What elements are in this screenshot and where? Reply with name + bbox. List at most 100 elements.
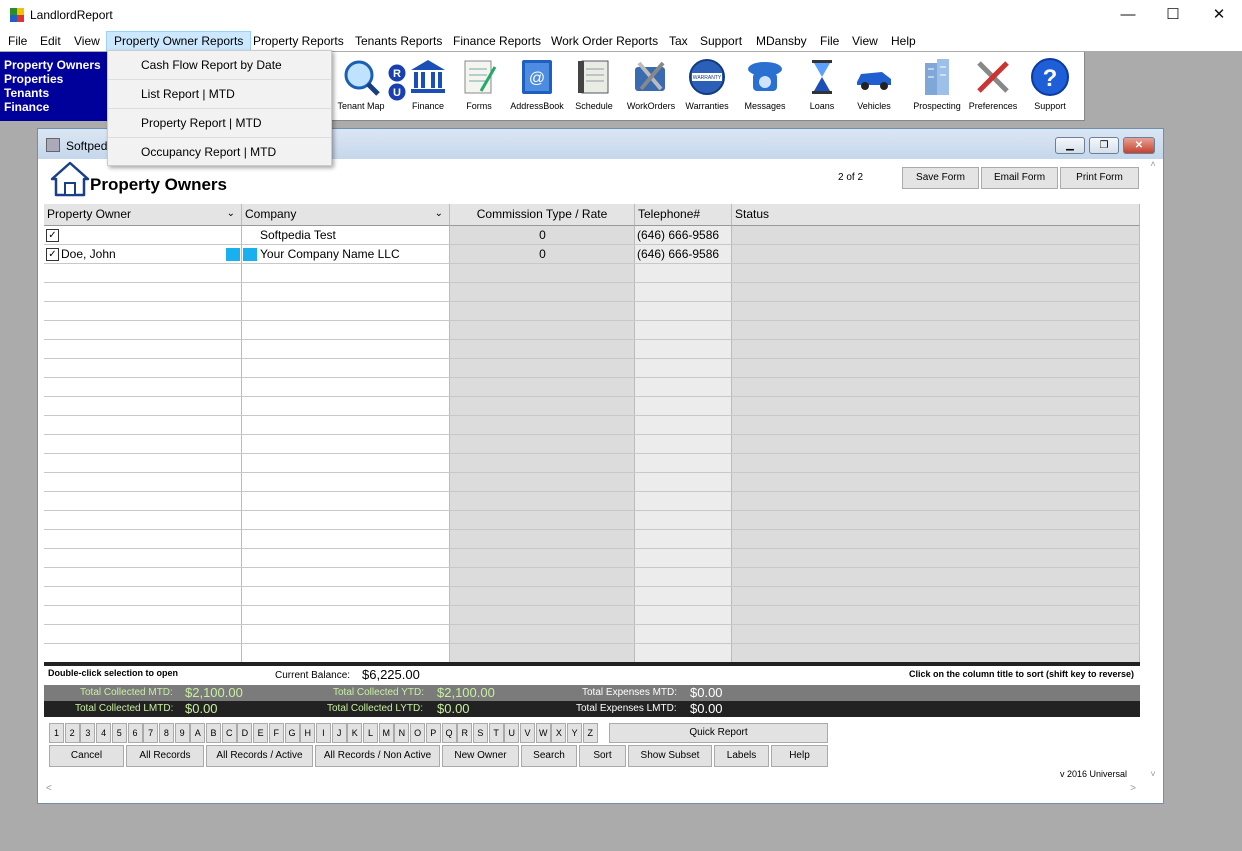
row-checkbox[interactable]: ✓ <box>46 229 59 242</box>
alpha-button-g[interactable]: G <box>284 723 300 743</box>
alpha-button-i[interactable]: I <box>315 723 331 743</box>
nav-tenants[interactable]: Tenants <box>0 86 110 100</box>
alpha-button-f[interactable]: F <box>268 723 284 743</box>
menu-item-occupancy-report[interactable]: Occupancy Report | MTD <box>108 138 331 167</box>
toolbar-loans[interactable]: Loans <box>792 57 852 111</box>
search-button[interactable]: Search <box>521 745 577 767</box>
alpha-button-3[interactable]: 3 <box>80 723 96 743</box>
menu-view[interactable]: View <box>67 31 107 51</box>
alpha-button-9[interactable]: 9 <box>174 723 190 743</box>
menu-support[interactable]: Support <box>693 31 749 51</box>
print-form-button[interactable]: Print Form <box>1060 167 1139 189</box>
column-header-telephone[interactable]: Telephone# <box>635 204 732 226</box>
toolbar-prospecting[interactable]: Prospecting <box>907 57 967 111</box>
table-row[interactable]: ✓ Softpedia Test 0 (646) 666-9586 <box>44 226 1140 245</box>
alpha-button-e[interactable]: E <box>253 723 269 743</box>
minimize-button[interactable]: — <box>1105 0 1151 31</box>
toolbar-forms[interactable]: Forms <box>449 57 509 111</box>
alpha-button-v[interactable]: V <box>520 723 535 743</box>
alpha-button-8[interactable]: 8 <box>158 723 174 743</box>
email-form-button[interactable]: Email Form <box>981 167 1058 189</box>
new-owner-button[interactable]: New Owner <box>442 745 519 767</box>
toolbar-vehicles[interactable]: Vehicles <box>844 57 904 111</box>
alpha-button-n[interactable]: N <box>394 723 410 743</box>
menu-item-property-report[interactable]: Property Report | MTD <box>108 109 331 138</box>
alpha-button-j[interactable]: J <box>331 723 347 743</box>
alpha-button-y[interactable]: Y <box>567 723 583 743</box>
menu-work-order-reports[interactable]: Work Order Reports <box>544 31 665 51</box>
column-header-commission[interactable]: Commission Type / Rate <box>450 204 635 226</box>
alpha-button-w[interactable]: W <box>535 723 551 743</box>
toolbar-tenant-map[interactable]: Tenant Map <box>331 57 391 111</box>
help-button[interactable]: Help <box>771 745 828 767</box>
menu-item-cash-flow-report[interactable]: Cash Flow Report by Date <box>108 51 331 80</box>
alpha-button-q[interactable]: Q <box>441 723 457 743</box>
menu-help[interactable]: Help <box>884 31 923 51</box>
alpha-button-r[interactable]: R <box>457 723 473 743</box>
alpha-button-5[interactable]: 5 <box>111 723 127 743</box>
sort-button[interactable]: Sort <box>579 745 626 767</box>
menu-property-owner-reports[interactable]: Property Owner Reports <box>106 31 252 51</box>
show-subset-button[interactable]: Show Subset <box>628 745 712 767</box>
alpha-button-7[interactable]: 7 <box>143 723 159 743</box>
alpha-button-o[interactable]: O <box>410 723 426 743</box>
quick-report-button[interactable]: Quick Report <box>609 723 828 743</box>
toolbar-messages[interactable]: Messages <box>735 57 795 111</box>
row-checkbox[interactable]: ✓ <box>46 248 59 261</box>
menu-property-reports[interactable]: Property Reports <box>246 31 351 51</box>
nav-finance[interactable]: Finance <box>0 100 110 114</box>
alpha-button-2[interactable]: 2 <box>64 723 80 743</box>
alpha-button-a[interactable]: A <box>190 723 206 743</box>
close-button[interactable]: ✕ <box>1196 0 1242 31</box>
toolbar-warranties[interactable]: WARRANTY Warranties <box>677 57 737 111</box>
vertical-scrollbar[interactable]: ˄ ˅ <box>1144 159 1162 779</box>
menu-finance-reports[interactable]: Finance Reports <box>446 31 548 51</box>
child-close-button[interactable]: ✕ <box>1123 137 1155 154</box>
alpha-button-x[interactable]: X <box>551 723 567 743</box>
all-records-non-active-button[interactable]: All Records / Non Active <box>315 745 440 767</box>
all-records-active-button[interactable]: All Records / Active <box>206 745 313 767</box>
menu-tenants-reports[interactable]: Tenants Reports <box>348 31 449 51</box>
alpha-button-h[interactable]: H <box>300 723 316 743</box>
alpha-button-m[interactable]: M <box>378 723 394 743</box>
save-form-button[interactable]: Save Form <box>902 167 979 189</box>
alpha-button-b[interactable]: B <box>206 723 221 743</box>
menu-file[interactable]: File <box>1 31 34 51</box>
child-restore-button[interactable]: ❐ <box>1089 137 1119 154</box>
all-records-button[interactable]: All Records <box>126 745 204 767</box>
alpha-button-4[interactable]: 4 <box>96 723 112 743</box>
alpha-button-s[interactable]: S <box>472 723 488 743</box>
maximize-button[interactable]: ☐ <box>1150 0 1196 31</box>
column-header-status[interactable]: Status <box>732 204 1140 226</box>
toolbar-schedule[interactable]: Schedule <box>564 57 624 111</box>
alpha-button-z[interactable]: Z <box>582 723 598 743</box>
child-minimize-button[interactable]: ▁ <box>1055 137 1085 154</box>
cancel-button[interactable]: Cancel <box>49 745 124 767</box>
toolbar-workorders[interactable]: WorkOrders <box>621 57 681 111</box>
labels-button[interactable]: Labels <box>714 745 769 767</box>
column-header-owner[interactable]: Property Owner ⌄ <box>44 204 242 226</box>
alpha-button-t[interactable]: T <box>488 723 504 743</box>
horizontal-scrollbar[interactable]: < > <box>44 781 1144 799</box>
menu-tax[interactable]: Tax <box>662 31 695 51</box>
alpha-button-1[interactable]: 1 <box>49 723 64 743</box>
alpha-button-k[interactable]: K <box>347 723 363 743</box>
alpha-button-c[interactable]: C <box>221 723 237 743</box>
menu-item-list-report[interactable]: List Report | MTD <box>108 80 331 109</box>
column-header-company[interactable]: Company ⌄ <box>242 204 450 226</box>
menu-edit[interactable]: Edit <box>33 31 68 51</box>
toolbar-support[interactable]: ? Support <box>1020 57 1080 111</box>
alpha-button-6[interactable]: 6 <box>127 723 143 743</box>
toolbar-addressbook[interactable]: @ AddressBook <box>507 57 567 111</box>
menu-file-2[interactable]: File <box>813 31 846 51</box>
toolbar-preferences[interactable]: Preferences <box>963 57 1023 111</box>
alpha-button-d[interactable]: D <box>237 723 253 743</box>
nav-property-owners[interactable]: Property Owners <box>0 52 110 72</box>
menu-view-2[interactable]: View <box>845 31 885 51</box>
table-row[interactable]: ✓ Doe, John Your Company Name LLC 0 (646… <box>44 245 1140 264</box>
menu-mdansby[interactable]: MDansby <box>749 31 814 51</box>
nav-properties[interactable]: Properties <box>0 72 110 86</box>
alpha-button-p[interactable]: P <box>425 723 441 743</box>
alpha-button-l[interactable]: L <box>363 723 378 743</box>
alpha-button-u[interactable]: U <box>504 723 520 743</box>
